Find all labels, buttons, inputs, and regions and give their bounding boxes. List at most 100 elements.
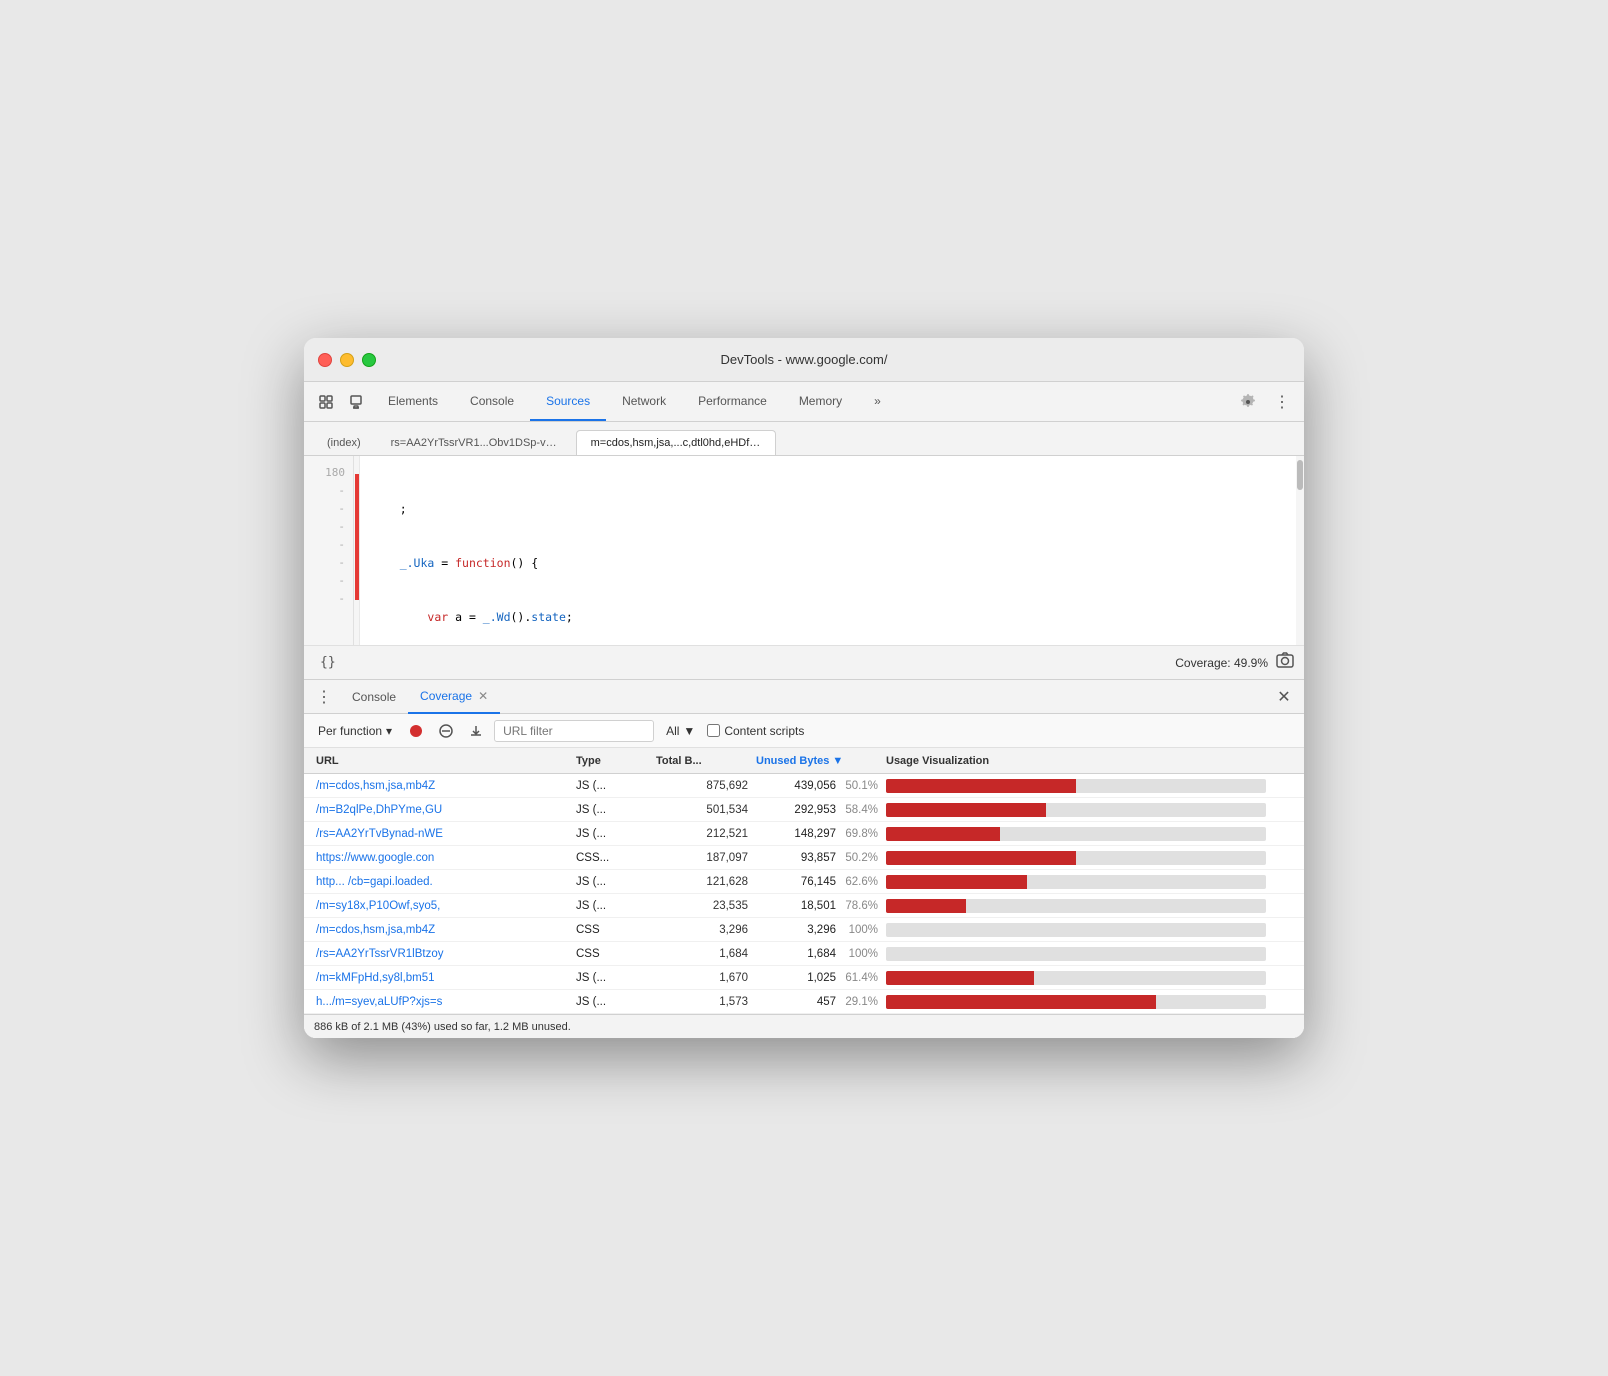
cell-total: 23,535: [652, 900, 752, 912]
cell-total: 121,628: [652, 876, 752, 888]
bottom-toolbar: {} Coverage: 49.9%: [304, 646, 1304, 680]
table-row[interactable]: /m=kMFpHd,sy8l,bm51 JS (... 1,670 1,025 …: [304, 966, 1304, 990]
cell-unused: 76,145 62.6%: [752, 876, 882, 888]
content-scripts-label[interactable]: Content scripts: [707, 724, 804, 738]
traffic-lights: [318, 353, 376, 367]
panel-tabs: ⋮ Console Coverage ✕ ✕: [304, 680, 1304, 714]
coverage-tab-close-icon[interactable]: ✕: [478, 689, 488, 703]
cell-unused: 457 29.1%: [752, 996, 882, 1008]
tab-memory[interactable]: Memory: [783, 382, 858, 421]
cell-url: /m=kMFpHd,sy8l,bm51: [312, 972, 572, 984]
cell-type: JS (...: [572, 780, 652, 792]
cell-url: /m=cdos,hsm,jsa,mb4Z: [312, 924, 572, 936]
devtools-window: DevTools - www.google.com/: [304, 338, 1304, 1038]
cell-total: 501,534: [652, 804, 752, 816]
cell-unused: 1,684 100%: [752, 948, 882, 960]
cell-url: https://www.google.con: [312, 852, 572, 864]
cell-vis: [882, 875, 1296, 889]
cell-url: /m=B2qlPe,DhPYme,GU: [312, 804, 572, 816]
code-line-2: _.Uka = function() {: [372, 554, 1284, 572]
per-function-dropdown-icon: ▾: [386, 724, 392, 738]
cell-type: JS (...: [572, 996, 652, 1008]
table-row[interactable]: /rs=AA2YrTvBynad-nWE JS (... 212,521 148…: [304, 822, 1304, 846]
cov-uncovered-3: [355, 510, 359, 528]
maximize-button[interactable]: [362, 353, 376, 367]
tab-console[interactable]: Console: [454, 382, 530, 421]
col-url[interactable]: URL: [312, 755, 572, 767]
bottom-panel: ⋮ Console Coverage ✕ ✕ Per function ▾: [304, 680, 1304, 1038]
table-row[interactable]: /m=cdos,hsm,jsa,mb4Z CSS 3,296 3,296 100…: [304, 918, 1304, 942]
table-row[interactable]: http... /cb=gapi.loaded. JS (... 121,628…: [304, 870, 1304, 894]
cell-vis: [882, 779, 1296, 793]
table-row[interactable]: /rs=AA2YrTssrVR1lBtzoy CSS 1,684 1,684 1…: [304, 942, 1304, 966]
cell-url: http... /cb=gapi.loaded.: [312, 876, 572, 888]
panel-menu-btn[interactable]: ⋮: [312, 685, 336, 709]
tab-performance[interactable]: Performance: [682, 382, 783, 421]
vertical-scrollbar[interactable]: [1296, 456, 1304, 645]
settings-btn[interactable]: [1234, 388, 1262, 416]
tab-network[interactable]: Network: [606, 382, 682, 421]
cell-url: /m=sy18x,P10Owf,syo5,: [312, 900, 572, 912]
coverage-table[interactable]: URL Type Total B... Unused Bytes ▼ Usage…: [304, 748, 1304, 1014]
table-row[interactable]: /m=cdos,hsm,jsa,mb4Z JS (... 875,692 439…: [304, 774, 1304, 798]
cell-type: JS (...: [572, 804, 652, 816]
col-unused[interactable]: Unused Bytes ▼: [752, 755, 882, 767]
clear-btn[interactable]: [434, 719, 458, 743]
code-content[interactable]: ; _.Uka = function() { var a = _.Wd().st…: [360, 456, 1296, 645]
download-btn[interactable]: [464, 719, 488, 743]
table-row[interactable]: /m=sy18x,P10Owf,syo5, JS (... 23,535 18,…: [304, 894, 1304, 918]
format-button[interactable]: {}: [314, 653, 342, 672]
devtools-panel: Elements Console Sources Network Perform…: [304, 382, 1304, 1038]
code-editor: 180 - - - - - - - ;: [304, 456, 1304, 646]
cell-type: CSS: [572, 948, 652, 960]
cov-uncovered-1: [355, 474, 359, 492]
col-total[interactable]: Total B...: [652, 755, 752, 767]
line-numbers: 180 - - - - - - -: [304, 456, 354, 645]
minimize-button[interactable]: [340, 353, 354, 367]
table-row[interactable]: /m=B2qlPe,DhPYme,GU JS (... 501,534 292,…: [304, 798, 1304, 822]
table-row[interactable]: h.../m=syev,aLUfP?xjs=s JS (... 1,573 45…: [304, 990, 1304, 1014]
cell-total: 1,684: [652, 948, 752, 960]
tab-more[interactable]: »: [858, 382, 897, 421]
cell-unused: 18,501 78.6%: [752, 900, 882, 912]
all-dropdown-btn[interactable]: All ▼: [660, 721, 701, 741]
top-toolbar: Elements Console Sources Network Perform…: [304, 382, 1304, 422]
tab-sources[interactable]: Sources: [530, 382, 606, 421]
close-button[interactable]: [318, 353, 332, 367]
status-bar: 886 kB of 2.1 MB (43%) used so far, 1.2 …: [304, 1014, 1304, 1038]
line-num-dash3: -: [304, 518, 353, 536]
file-tab-close-icon[interactable]: ✕: [761, 438, 769, 449]
cell-total: 1,670: [652, 972, 752, 984]
cell-url: /m=cdos,hsm,jsa,mb4Z: [312, 780, 572, 792]
panel-tab-console[interactable]: Console: [340, 680, 408, 714]
line-num-dash5: -: [304, 554, 353, 572]
per-function-btn[interactable]: Per function ▾: [312, 721, 398, 741]
cell-vis: [882, 899, 1296, 913]
inspect-element-btn[interactable]: [312, 388, 340, 416]
more-options-btn[interactable]: ⋮: [1268, 388, 1296, 416]
window-title: DevTools - www.google.com/: [721, 352, 888, 367]
cell-vis: [882, 995, 1296, 1009]
cell-unused: 3,296 100%: [752, 924, 882, 936]
file-tab-rs[interactable]: rs=AA2YrTssrVR1...Obv1DSp-vWG36A: [376, 430, 576, 455]
file-tab-m[interactable]: m=cdos,hsm,jsa,...c,dtl0hd,eHDfl ✕: [576, 430, 776, 455]
code-line-3: var a = _.Wd().state;: [372, 608, 1284, 626]
tab-elements[interactable]: Elements: [372, 382, 454, 421]
cov-uncovered-7: [355, 582, 359, 600]
cell-total: 3,296: [652, 924, 752, 936]
url-filter-input[interactable]: [494, 720, 654, 742]
col-vis[interactable]: Usage Visualization: [882, 755, 1296, 767]
cell-url: /rs=AA2YrTvBynad-nWE: [312, 828, 572, 840]
col-type[interactable]: Type: [572, 755, 652, 767]
stop-recording-btn[interactable]: [404, 719, 428, 743]
table-row[interactable]: https://www.google.con CSS... 187,097 93…: [304, 846, 1304, 870]
scrollbar-thumb[interactable]: [1297, 460, 1303, 490]
file-tab-index[interactable]: (index): [312, 430, 376, 455]
cell-total: 187,097: [652, 852, 752, 864]
device-toolbar-btn[interactable]: [342, 388, 370, 416]
screenshot-button[interactable]: [1276, 652, 1294, 673]
cell-vis: [882, 851, 1296, 865]
content-scripts-checkbox[interactable]: [707, 724, 720, 737]
panel-close-btn[interactable]: ✕: [1272, 685, 1296, 709]
panel-tab-coverage[interactable]: Coverage ✕: [408, 680, 500, 714]
